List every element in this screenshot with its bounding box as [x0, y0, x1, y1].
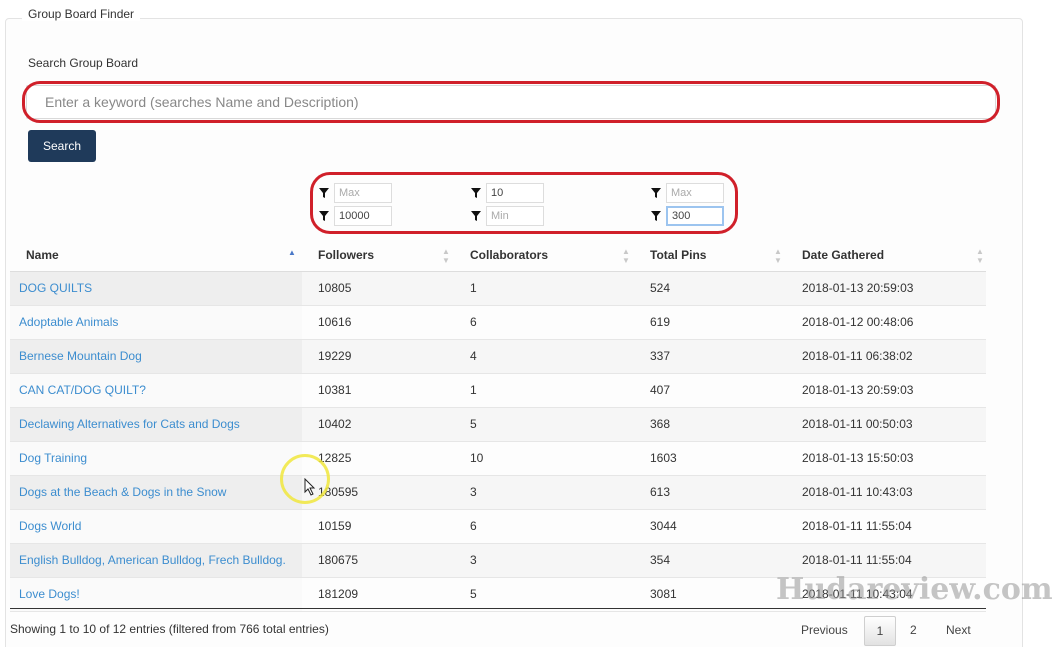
collaborators-cell: 4	[470, 349, 477, 363]
followers-cell: 10402	[318, 417, 352, 431]
filter-icon	[470, 211, 482, 221]
board-name-link[interactable]: Adoptable Animals	[19, 306, 118, 339]
table-header: Name ▲ Followers ▲ ▼ Collaborators ▲ ▼ Tot…	[10, 238, 986, 272]
sort-both-icon[interactable]: ▲ ▼	[774, 247, 782, 265]
board-name-link[interactable]: Bernese Mountain Dog	[19, 340, 142, 373]
followers-min-filter	[318, 205, 392, 227]
total-pins-cell: 3044	[650, 519, 677, 533]
date-gathered-cell: 2018-01-13 20:59:03	[802, 383, 914, 397]
collaborators-min-filter	[470, 205, 544, 227]
collaborators-cell: 3	[470, 485, 477, 499]
pins-min-input[interactable]	[666, 206, 724, 226]
collaborators-min-input[interactable]	[486, 206, 544, 226]
board-name-link[interactable]: DOG QUILTS	[19, 272, 92, 305]
table-row: DOG QUILTS 10805 1 524 2018-01-13 20:59:03	[10, 272, 986, 306]
table-row: English Bulldog, American Bulldog, Frech…	[10, 544, 986, 578]
sort-both-icon[interactable]: ▲ ▼	[622, 247, 630, 265]
date-gathered-cell: 2018-01-11 10:43:03	[802, 485, 913, 499]
collaborators-cell: 1	[470, 383, 477, 397]
total-pins-cell: 619	[650, 315, 671, 329]
board-name-link[interactable]: Declawing Alternatives for Cats and Dogs	[19, 408, 240, 441]
collaborators-cell: 10	[470, 451, 484, 465]
total-pins-cell: 407	[650, 383, 671, 397]
followers-cell: 19229	[318, 349, 352, 363]
sort-both-icon[interactable]: ▲ ▼	[442, 247, 450, 265]
total-pins-cell: 354	[650, 553, 671, 567]
board-name-link[interactable]: CAN CAT/DOG QUILT?	[19, 374, 146, 407]
date-gathered-cell: 2018-01-11 10:43:04	[802, 587, 913, 601]
collaborators-cell: 3	[470, 553, 477, 567]
filter-icon	[470, 188, 482, 198]
filter-icon	[318, 188, 330, 198]
collaborators-cell: 5	[470, 587, 477, 601]
search-label: Search Group Board	[28, 56, 139, 70]
total-pins-cell: 1603	[650, 451, 677, 465]
filter-icon	[650, 188, 662, 198]
followers-min-input[interactable]	[334, 206, 392, 226]
table-row: Dogs at the Beach & Dogs in the Snow 1805…	[10, 476, 986, 510]
followers-cell: 10805	[318, 281, 352, 295]
followers-cell: 12825	[318, 451, 352, 465]
board-name-link[interactable]: Love Dogs!	[19, 578, 80, 611]
collaborators-cell: 5	[470, 417, 477, 431]
board-name-link[interactable]: Dogs at the Beach & Dogs in the Snow	[19, 476, 226, 509]
sort-asc-icon[interactable]: ▲	[288, 248, 296, 257]
date-gathered-cell: 2018-01-13 15:50:03	[802, 451, 914, 465]
filter-icon	[650, 211, 662, 221]
followers-cell: 10381	[318, 383, 352, 397]
followers-max-filter	[318, 182, 392, 204]
panel-legend: Group Board Finder	[22, 7, 141, 21]
filter-icon	[318, 211, 330, 221]
collaborators-max-input[interactable]	[486, 183, 544, 203]
date-gathered-cell: 2018-01-11 00:50:03	[802, 417, 913, 431]
date-gathered-cell: 2018-01-11 06:38:02	[802, 349, 913, 363]
column-header-total-pins[interactable]: Total Pins	[650, 238, 706, 272]
pagination-page-1[interactable]: 1	[864, 616, 896, 646]
collaborators-cell: 6	[470, 519, 477, 533]
total-pins-cell: 524	[650, 281, 671, 295]
followers-cell: 181209	[318, 587, 359, 601]
board-name-link[interactable]: Dog Training	[19, 442, 87, 475]
board-name-link[interactable]: English Bulldog, American Bulldog, Frech…	[19, 544, 286, 577]
date-gathered-cell: 2018-01-11 11:55:04	[802, 519, 912, 533]
followers-cell: 180595	[318, 485, 359, 499]
total-pins-cell: 3081	[650, 587, 677, 601]
table-row: Dogs World 10159 6 3044 2018-01-11 11:55:04	[10, 510, 986, 544]
column-header-collaborators[interactable]: Collaborators	[470, 238, 548, 272]
column-header-followers[interactable]: Followers	[318, 238, 374, 272]
total-pins-cell: 368	[650, 417, 671, 431]
board-name-link[interactable]: Dogs World	[19, 510, 81, 543]
table-row: Bernese Mountain Dog 19229 4 337 2018-01-11 …	[10, 340, 986, 374]
date-gathered-cell: 2018-01-12 00:48:06	[802, 315, 914, 329]
collaborators-cell: 1	[470, 281, 477, 295]
column-header-name[interactable]: Name	[26, 238, 59, 272]
followers-max-input[interactable]	[334, 183, 392, 203]
table-row: Adoptable Animals 10616 6 619 2018-01-12 00:…	[10, 306, 986, 340]
table-row: Love Dogs! 181209 5 3081 2018-01-11 10:43:04	[10, 578, 986, 612]
table-row: Declawing Alternatives for Cats and Dogs…	[10, 408, 986, 442]
table-row: CAN CAT/DOG QUILT? 10381 1 407 2018-01-13 20…	[10, 374, 986, 408]
followers-cell: 10159	[318, 519, 352, 533]
column-header-date-gathered[interactable]: Date Gathered	[802, 238, 884, 272]
date-gathered-cell: 2018-01-13 20:59:03	[802, 281, 914, 295]
followers-cell: 180675	[318, 553, 359, 567]
table-bottom-border	[10, 608, 986, 609]
pagination-previous[interactable]: Previous	[801, 616, 848, 646]
pins-max-filter	[650, 182, 724, 204]
pins-min-filter	[650, 205, 724, 227]
total-pins-cell: 337	[650, 349, 671, 363]
table-info: Showing 1 to 10 of 12 entries (filtered …	[10, 622, 329, 636]
date-gathered-cell: 2018-01-11 11:55:04	[802, 553, 912, 567]
table-row: Dog Training 12825 10 1603 2018-01-13 15:50:…	[10, 442, 986, 476]
pagination-page-2[interactable]: 2	[910, 616, 917, 646]
followers-cell: 10616	[318, 315, 352, 329]
sort-both-icon[interactable]: ▲ ▼	[976, 247, 984, 265]
collaborators-cell: 6	[470, 315, 477, 329]
search-button[interactable]: Search	[28, 130, 96, 162]
total-pins-cell: 613	[650, 485, 671, 499]
search-input[interactable]	[26, 85, 996, 119]
pins-max-input[interactable]	[666, 183, 724, 203]
collaborators-max-filter	[470, 182, 544, 204]
pagination-next[interactable]: Next	[946, 616, 971, 646]
